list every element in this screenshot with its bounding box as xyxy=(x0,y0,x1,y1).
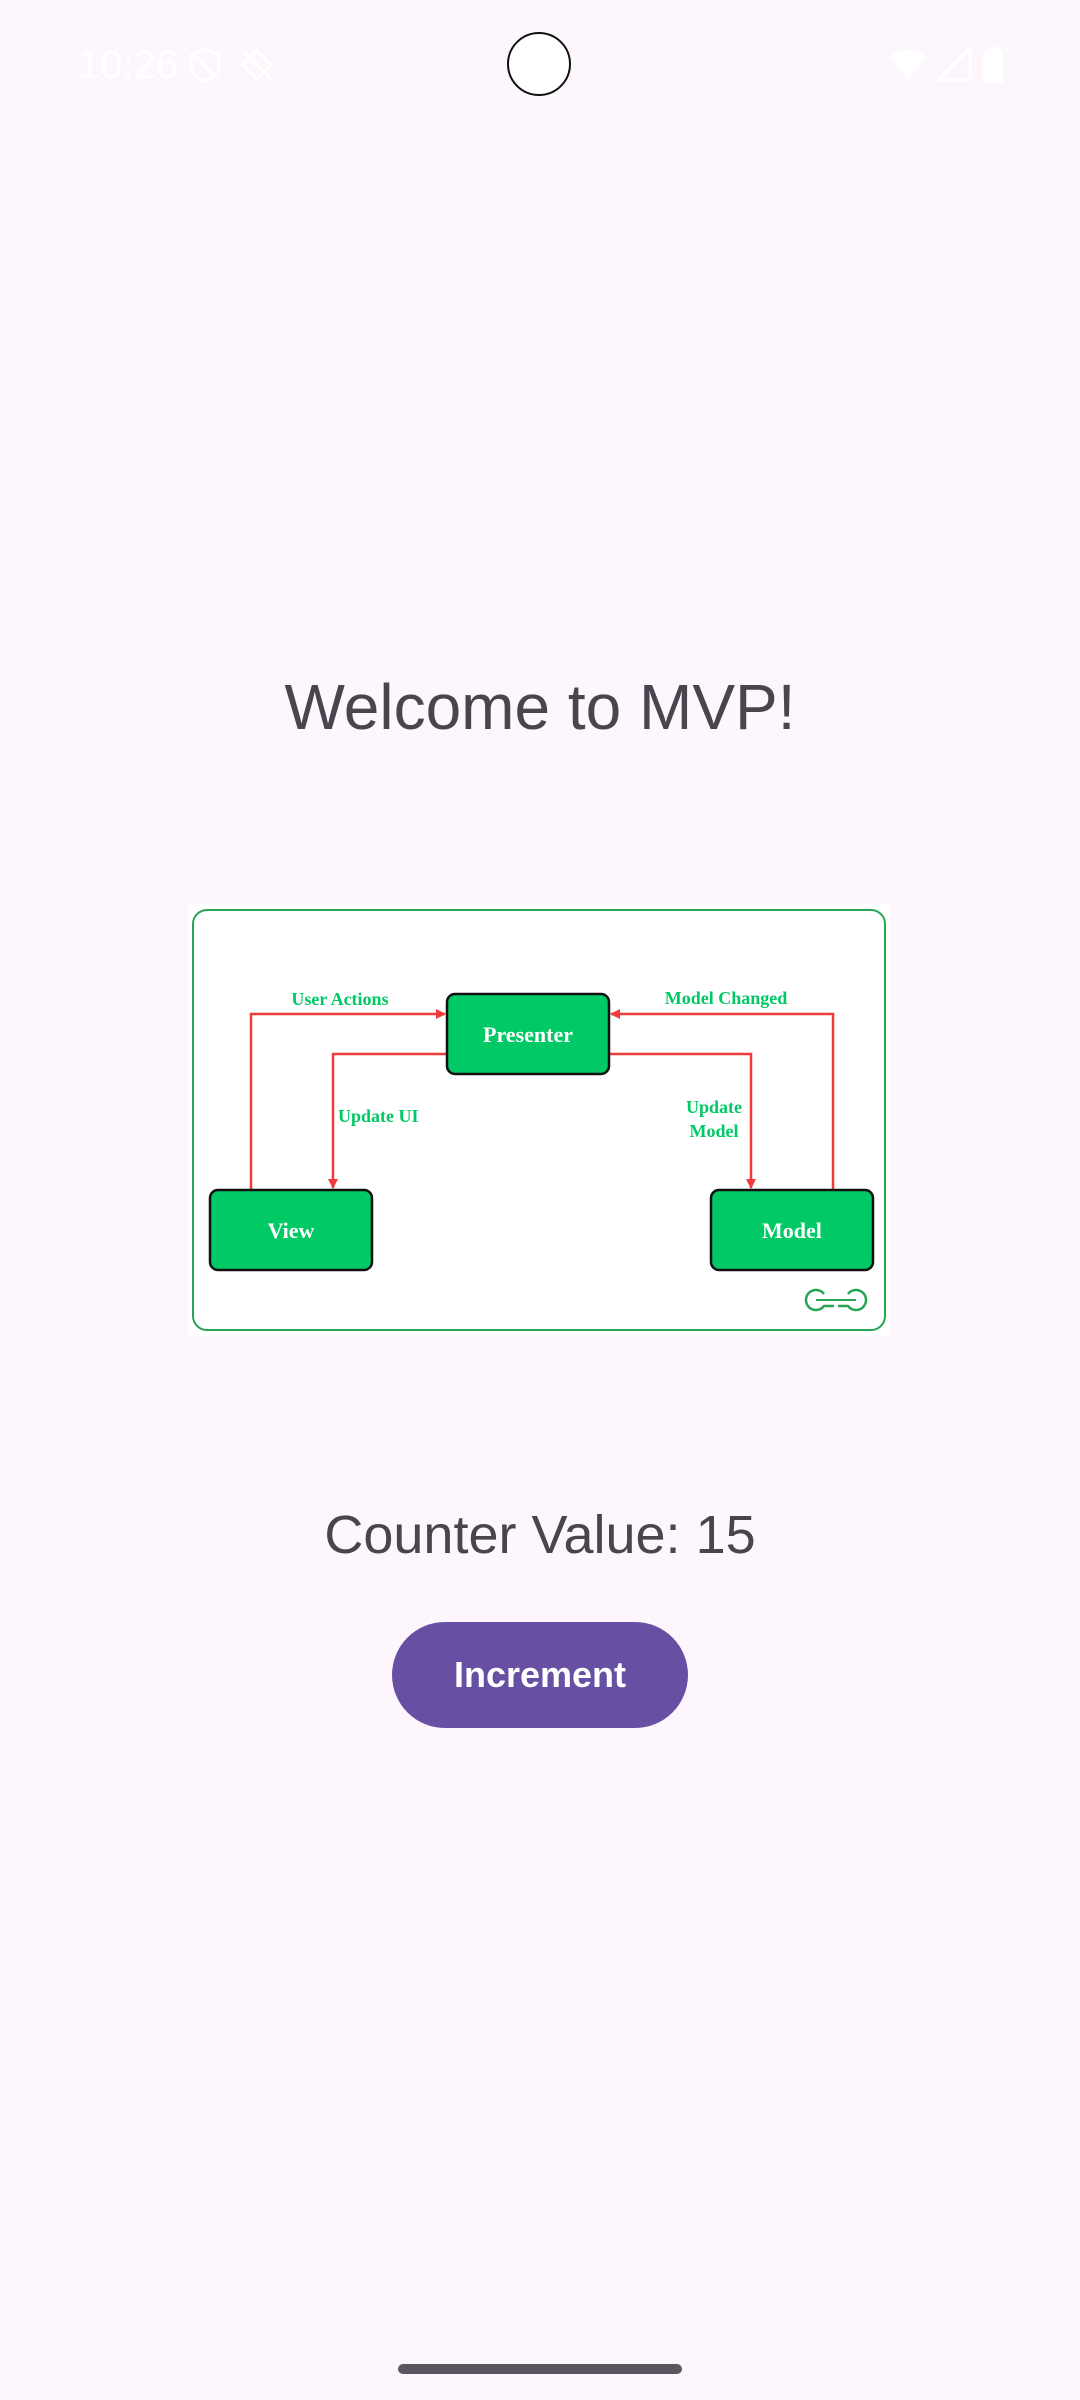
user-actions-label: User Actions xyxy=(291,989,388,1009)
page-title: Welcome to MVP! xyxy=(284,671,796,743)
presenter-label: Presenter xyxy=(483,1022,573,1047)
home-gesture-handle[interactable] xyxy=(398,2364,682,2374)
shield-icon xyxy=(186,46,224,89)
signal-icon xyxy=(934,44,972,87)
wifi-icon xyxy=(888,46,928,87)
mvp-diagram: Presenter View Model User Actions Update… xyxy=(192,909,886,1331)
camera-cutout xyxy=(507,32,571,96)
mvp-diagram-image: Presenter View Model User Actions Update… xyxy=(188,904,890,1336)
status-time: 10:26 xyxy=(78,43,179,87)
increment-button[interactable]: Increment xyxy=(392,1622,688,1728)
update-model-label-line2: Model xyxy=(690,1121,739,1141)
update-ui-label: Update UI xyxy=(338,1106,419,1126)
model-label: Model xyxy=(762,1218,822,1243)
update-model-label-line1: Update xyxy=(686,1097,742,1117)
location-off-icon xyxy=(238,46,276,89)
status-bar: 10:26 xyxy=(0,0,1080,130)
counter-value-text: Counter Value: 15 xyxy=(324,1505,756,1565)
view-label: View xyxy=(268,1218,315,1243)
model-changed-label: Model Changed xyxy=(665,988,788,1008)
battery-icon xyxy=(982,46,1004,89)
